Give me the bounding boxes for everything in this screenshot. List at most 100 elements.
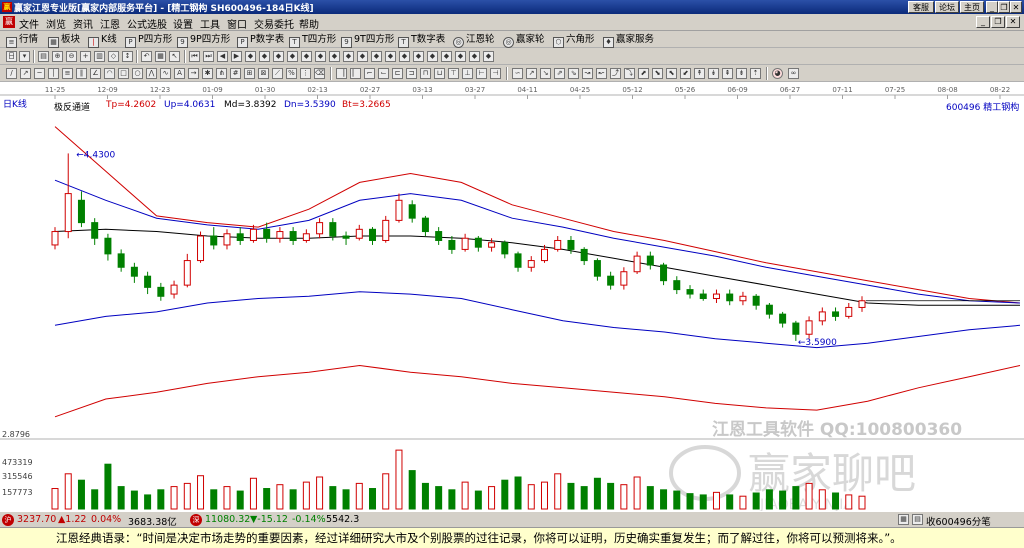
menu-gann[interactable]: 江恩 bbox=[100, 16, 120, 31]
grid-toggle-icon[interactable]: ▦ bbox=[898, 514, 909, 525]
time-zone-icon[interactable]: ⋮ bbox=[300, 68, 311, 79]
tool-9t-square[interactable]: 9 9T四方形 bbox=[341, 33, 394, 48]
period-7-icon[interactable]: ⊓ bbox=[420, 68, 431, 79]
speed-line-icon[interactable]: ⟋ bbox=[272, 68, 283, 79]
diamond-icon[interactable]: ◇ bbox=[108, 51, 119, 62]
text-tool-icon[interactable]: A bbox=[174, 68, 185, 79]
gann-angle-icon-15[interactable]: ◆ bbox=[441, 51, 452, 62]
indicator-11-icon[interactable]: ⬊ bbox=[652, 68, 663, 79]
forum-button[interactable]: 论坛 bbox=[935, 1, 959, 13]
menu-settings[interactable]: 设置 bbox=[173, 16, 193, 31]
menu-formula-picking[interactable]: 公式选股 bbox=[127, 16, 167, 31]
last-icon[interactable]: ⏭ bbox=[203, 51, 214, 62]
ray-tool-icon[interactable]: ↗ bbox=[20, 68, 31, 79]
tool-p-number-table[interactable]: P P数字表 bbox=[237, 33, 284, 48]
doc-restore-button[interactable]: ❐ bbox=[991, 16, 1005, 28]
crosshair-icon[interactable]: + bbox=[80, 51, 91, 62]
gann-angle-icon-17[interactable]: ◆ bbox=[469, 51, 480, 62]
gann-angle-icon-8[interactable]: ◆ bbox=[343, 51, 354, 62]
percent-line-icon[interactable]: % bbox=[286, 68, 297, 79]
period-11-icon[interactable]: ⊢ bbox=[476, 68, 487, 79]
menu-browse[interactable]: 浏览 bbox=[46, 16, 66, 31]
gann-angle-icon-3[interactable]: ◆ bbox=[273, 51, 284, 62]
kline-chart[interactable]: 11-25 12-09 12-23 01-09 01-30 02-13 02-27 03-13… bbox=[0, 83, 1024, 511]
tool-sectors[interactable]: ▦ 板块 bbox=[48, 33, 80, 48]
chart-area[interactable]: 11-25 12-09 12-23 01-09 01-30 02-13 02-27 03-13… bbox=[0, 83, 1024, 511]
tool-quotes[interactable]: ≡ 行情 bbox=[6, 33, 38, 48]
menu-help[interactable]: 帮助 bbox=[299, 16, 319, 31]
doc-close-button[interactable]: ✕ bbox=[1006, 16, 1020, 28]
bar-chart-icon[interactable]: ▥ bbox=[94, 51, 105, 62]
customer-service-button[interactable]: 客服 bbox=[908, 1, 934, 13]
loop-icon[interactable]: ∞ bbox=[788, 68, 799, 79]
restore-window-button[interactable]: ❐ bbox=[998, 1, 1010, 13]
tool-hexagon[interactable]: ⬡ 六角形 bbox=[553, 33, 595, 48]
indicator-17-icon[interactable]: ⇟ bbox=[736, 68, 747, 79]
period-12-icon[interactable]: ⊣ bbox=[490, 68, 501, 79]
tick-data-icon[interactable]: ▤ bbox=[912, 514, 923, 525]
tool-gann-wheel[interactable]: ◎ 江恩轮 bbox=[453, 33, 495, 48]
menu-trade[interactable]: 交易委托 bbox=[254, 16, 294, 31]
gann-angle-icon-6[interactable]: ◆ bbox=[315, 51, 326, 62]
menu-tools[interactable]: 工具 bbox=[200, 16, 220, 31]
indicator-2-icon[interactable]: ↗ bbox=[526, 68, 537, 79]
color-wheel-icon[interactable]: ◕ bbox=[772, 68, 783, 79]
indicator-8-icon[interactable]: ⤴ bbox=[610, 68, 621, 79]
chart-icon[interactable]: ▤ bbox=[38, 51, 49, 62]
scroll-icon[interactable]: ↕ bbox=[122, 51, 133, 62]
cursor-icon[interactable]: ↖ bbox=[169, 51, 180, 62]
box-tool-icon[interactable]: □ bbox=[118, 68, 129, 79]
indicator-16-icon[interactable]: ⇞ bbox=[722, 68, 733, 79]
tool-winner-service[interactable]: ♦ 赢家服务 bbox=[603, 33, 654, 48]
left-icon[interactable]: ◀ bbox=[217, 51, 228, 62]
arrow-tool-icon[interactable]: → bbox=[188, 68, 199, 79]
indicator-6-icon[interactable]: ↝ bbox=[582, 68, 593, 79]
gann-angle-icon-18[interactable]: ◆ bbox=[483, 51, 494, 62]
period-1-icon[interactable]: ▕ bbox=[336, 68, 347, 79]
gann-angle-icon-13[interactable]: ◆ bbox=[413, 51, 424, 62]
tool-kline[interactable]: | K线 bbox=[88, 33, 117, 48]
menu-file[interactable]: 文件 bbox=[19, 16, 39, 31]
line-tool-icon[interactable]: / bbox=[6, 68, 17, 79]
circle-tool-icon[interactable]: ○ bbox=[132, 68, 143, 79]
arc-tool-icon[interactable]: ◠ bbox=[104, 68, 115, 79]
indicator-1-icon[interactable]: ∽ bbox=[512, 68, 523, 79]
indicator-9-icon[interactable]: ⤵ bbox=[624, 68, 635, 79]
period-5-icon[interactable]: ⊏ bbox=[392, 68, 403, 79]
undo-icon[interactable]: ↶ bbox=[141, 51, 152, 62]
indicator-18-icon[interactable]: ⇡ bbox=[750, 68, 761, 79]
cycle-tool-icon[interactable]: ∿ bbox=[160, 68, 171, 79]
fib-tool-icon[interactable]: ≡ bbox=[62, 68, 73, 79]
gann-angle-icon-16[interactable]: ◆ bbox=[455, 51, 466, 62]
period-3-icon[interactable]: ⌐ bbox=[364, 68, 375, 79]
gann-angle-icon-7[interactable]: ◆ bbox=[329, 51, 340, 62]
gann-angle-icon-4[interactable]: ◆ bbox=[287, 51, 298, 62]
gann-angle-icon-14[interactable]: ◆ bbox=[427, 51, 438, 62]
gann-angle-icon-10[interactable]: ◆ bbox=[371, 51, 382, 62]
tool-t-square[interactable]: T T四方形 bbox=[289, 33, 336, 48]
minimize-window-button[interactable]: _ bbox=[986, 1, 998, 13]
gann-angle-icon-1[interactable]: ◆ bbox=[245, 51, 256, 62]
fan-tool-icon[interactable]: ⋀ bbox=[146, 68, 157, 79]
indicator-5-icon[interactable]: ⇘ bbox=[568, 68, 579, 79]
tool-t-number-table[interactable]: T T数字表 bbox=[398, 33, 445, 48]
first-icon[interactable]: ⏮ bbox=[189, 51, 200, 62]
gann-grid-icon[interactable]: # bbox=[230, 68, 241, 79]
hline-tool-icon[interactable]: ─ bbox=[34, 68, 45, 79]
zoom-out-icon[interactable]: ⊖ bbox=[66, 51, 77, 62]
star-tool-icon[interactable]: ✱ bbox=[202, 68, 213, 79]
vline-tool-icon[interactable]: │ bbox=[48, 68, 59, 79]
indicator-15-icon[interactable]: ↡ bbox=[708, 68, 719, 79]
gann-angle-icon-11[interactable]: ◆ bbox=[385, 51, 396, 62]
period-8-icon[interactable]: ⊔ bbox=[434, 68, 445, 79]
gann-angle-icon-9[interactable]: ◆ bbox=[357, 51, 368, 62]
tool-9p-square[interactable]: 9 9P四方形 bbox=[177, 33, 230, 48]
period-day-icon[interactable]: 日 bbox=[6, 51, 17, 62]
tool-winner-wheel[interactable]: ◎ 赢家轮 bbox=[503, 33, 545, 48]
period-2-icon[interactable]: ▏ bbox=[350, 68, 361, 79]
channel-tool-icon[interactable]: ∥ bbox=[76, 68, 87, 79]
indicator-10-icon[interactable]: ⬈ bbox=[638, 68, 649, 79]
period-10-icon[interactable]: ⊥ bbox=[462, 68, 473, 79]
gann-fan-icon[interactable]: ⋔ bbox=[216, 68, 227, 79]
period-6-icon[interactable]: ⊐ bbox=[406, 68, 417, 79]
